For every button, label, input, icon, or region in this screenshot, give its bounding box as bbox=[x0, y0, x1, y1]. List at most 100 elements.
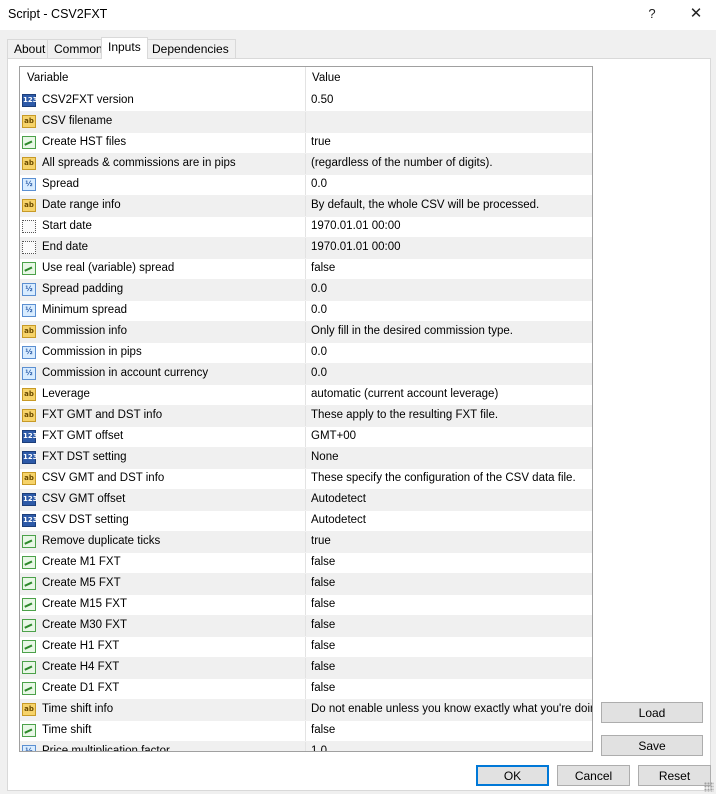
close-button[interactable]: ✕ bbox=[682, 4, 710, 24]
variable-value[interactable]: true bbox=[311, 535, 331, 547]
tab-dependencies[interactable]: Dependencies bbox=[145, 39, 236, 58]
variable-value[interactable]: Only fill in the desired commission type… bbox=[311, 325, 513, 337]
table-row[interactable]: ab Date range info By default, the whole C… bbox=[20, 196, 592, 217]
cell-divider bbox=[305, 133, 306, 153]
help-button[interactable]: ? bbox=[638, 4, 666, 24]
variable-value[interactable]: GMT+00 bbox=[311, 430, 356, 442]
bool-icon bbox=[22, 535, 36, 548]
variable-value[interactable]: 0.0 bbox=[311, 178, 327, 190]
table-row[interactable]: ½ Commission in account currency 0.0 bbox=[20, 364, 592, 385]
table-row[interactable]: ab Time shift info Do not enable unless yo… bbox=[20, 700, 592, 721]
table-row[interactable]: ab FXT GMT and DST info These apply to the… bbox=[20, 406, 592, 427]
table-row[interactable]: Create M1 FXT false bbox=[20, 553, 592, 574]
table-row[interactable]: Remove duplicate ticks true bbox=[20, 532, 592, 553]
table-row[interactable]: 123 CSV2FXT version 0.50 bbox=[20, 91, 592, 112]
variable-value[interactable]: 0.0 bbox=[311, 304, 327, 316]
variable-value[interactable]: None bbox=[311, 451, 339, 463]
variable-value[interactable]: 1970.01.01 00:00 bbox=[311, 241, 401, 253]
variable-value[interactable]: false bbox=[311, 262, 335, 274]
table-row[interactable]: ½ Minimum spread 0.0 bbox=[20, 301, 592, 322]
table-row[interactable]: ab Leverage automatic (current account lev… bbox=[20, 385, 592, 406]
variable-value[interactable]: 0.50 bbox=[311, 94, 333, 106]
string-icon: ab bbox=[22, 157, 36, 170]
variable-value[interactable]: (regardless of the number of digits). bbox=[311, 157, 493, 169]
variable-value[interactable]: These apply to the resulting FXT file. bbox=[311, 409, 498, 421]
table-row[interactable]: ½ Spread padding 0.0 bbox=[20, 280, 592, 301]
column-header-variable[interactable]: Variable bbox=[27, 72, 68, 84]
variable-value[interactable]: false bbox=[311, 724, 335, 736]
variable-name: Remove duplicate ticks bbox=[42, 535, 161, 547]
variable-value[interactable]: Do not enable unless you know exactly wh… bbox=[311, 703, 592, 715]
tab-inputs[interactable]: Inputs bbox=[101, 37, 148, 59]
grid-rows: 123 CSV2FXT version 0.50 ab CSV filename Crea… bbox=[20, 91, 592, 751]
cancel-button[interactable]: Cancel bbox=[557, 765, 630, 786]
cell-divider bbox=[305, 364, 306, 384]
variable-name: Create H4 FXT bbox=[42, 661, 120, 673]
table-row[interactable]: Start date 1970.01.01 00:00 bbox=[20, 217, 592, 238]
bool-icon bbox=[22, 661, 36, 674]
variable-name: Spread bbox=[42, 178, 80, 190]
variable-value[interactable]: automatic (current account leverage) bbox=[311, 388, 498, 400]
variable-value[interactable]: These specify the configuration of the C… bbox=[311, 472, 576, 484]
string-icon: ab bbox=[22, 115, 36, 128]
variable-value[interactable]: Autodetect bbox=[311, 493, 366, 505]
reset-button[interactable]: Reset bbox=[638, 765, 711, 786]
table-row[interactable]: ab All spreads & commissions are in pips (… bbox=[20, 154, 592, 175]
bool-icon bbox=[22, 619, 36, 632]
table-row[interactable]: Create HST files true bbox=[20, 133, 592, 154]
table-row[interactable]: 123 CSV DST setting Autodetect bbox=[20, 511, 592, 532]
variable-value[interactable]: By default, the whole CSV will be proces… bbox=[311, 199, 539, 211]
table-row[interactable]: Create M30 FXT false bbox=[20, 616, 592, 637]
table-row[interactable]: Create D1 FXT false bbox=[20, 679, 592, 700]
variable-name: Time shift bbox=[42, 724, 92, 736]
table-row[interactable]: End date 1970.01.01 00:00 bbox=[20, 238, 592, 259]
column-header-value[interactable]: Value bbox=[312, 72, 341, 84]
variable-value[interactable]: 0.0 bbox=[311, 283, 327, 295]
double-icon: ½ bbox=[22, 178, 36, 191]
variable-value[interactable]: 0.0 bbox=[311, 346, 327, 358]
variable-name: Commission info bbox=[42, 325, 127, 337]
table-row[interactable]: ½ Price multiplication factor 1.0 bbox=[20, 742, 592, 751]
table-row[interactable]: Create M15 FXT false bbox=[20, 595, 592, 616]
cell-divider bbox=[305, 154, 306, 174]
variable-value[interactable]: false bbox=[311, 640, 335, 652]
tab-about[interactable]: About bbox=[7, 39, 53, 58]
table-row[interactable]: Create M5 FXT false bbox=[20, 574, 592, 595]
variable-name: FXT GMT offset bbox=[42, 430, 124, 442]
cell-divider bbox=[305, 742, 306, 751]
cell-divider bbox=[305, 553, 306, 573]
variable-value[interactable]: false bbox=[311, 682, 335, 694]
table-row[interactable]: 123 CSV GMT offset Autodetect bbox=[20, 490, 592, 511]
variable-value[interactable]: false bbox=[311, 619, 335, 631]
string-icon: ab bbox=[22, 325, 36, 338]
table-row[interactable]: 123 FXT DST setting None bbox=[20, 448, 592, 469]
variable-value[interactable]: false bbox=[311, 577, 335, 589]
variable-value[interactable]: false bbox=[311, 598, 335, 610]
variable-value[interactable]: 1970.01.01 00:00 bbox=[311, 220, 401, 232]
variable-value[interactable]: Autodetect bbox=[311, 514, 366, 526]
table-row[interactable]: ab Commission info Only fill in the desire… bbox=[20, 322, 592, 343]
table-row[interactable]: ½ Spread 0.0 bbox=[20, 175, 592, 196]
column-divider[interactable] bbox=[305, 67, 306, 91]
variable-name: CSV filename bbox=[42, 115, 113, 127]
cell-divider bbox=[305, 175, 306, 195]
ok-button[interactable]: OK bbox=[476, 765, 549, 786]
table-row[interactable]: Create H1 FXT false bbox=[20, 637, 592, 658]
variable-value[interactable]: true bbox=[311, 136, 331, 148]
grid-header: Variable Value bbox=[20, 67, 592, 91]
variable-value[interactable]: 0.0 bbox=[311, 367, 327, 379]
variable-value[interactable]: false bbox=[311, 556, 335, 568]
load-button[interactable]: Load bbox=[601, 702, 703, 723]
table-row[interactable]: Time shift false bbox=[20, 721, 592, 742]
save-button[interactable]: Save bbox=[601, 735, 703, 756]
variable-name: FXT DST setting bbox=[42, 451, 127, 463]
resize-grip-icon[interactable] bbox=[704, 782, 714, 792]
table-row[interactable]: Use real (variable) spread false bbox=[20, 259, 592, 280]
table-row[interactable]: 123 FXT GMT offset GMT+00 bbox=[20, 427, 592, 448]
table-row[interactable]: ab CSV GMT and DST info These specify the … bbox=[20, 469, 592, 490]
table-row[interactable]: ½ Commission in pips 0.0 bbox=[20, 343, 592, 364]
table-row[interactable]: ab CSV filename bbox=[20, 112, 592, 133]
variable-value[interactable]: false bbox=[311, 661, 335, 673]
variable-value[interactable]: 1.0 bbox=[311, 745, 327, 751]
table-row[interactable]: Create H4 FXT false bbox=[20, 658, 592, 679]
